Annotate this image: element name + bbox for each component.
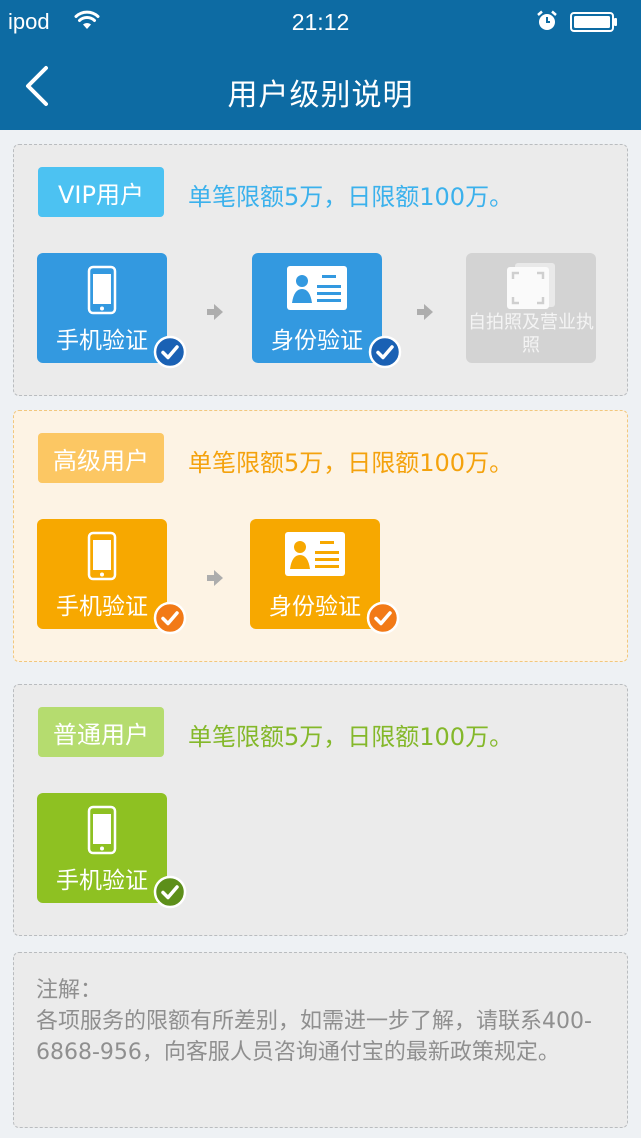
arrow-right-icon (416, 303, 434, 325)
limit-text-vip: 单笔限额5万，日限额100万。 (188, 183, 514, 211)
limit-text-senior: 单笔限额5万，日限额100万。 (188, 449, 514, 477)
step-label: 手机验证 (56, 328, 148, 354)
note-text: 注解： 各项服务的限额有所差别，如需进一步了解，请联系400-6868-956，… (36, 975, 616, 1068)
senior-level-card: 高级用户 单笔限额5万，日限额100万。 手机验证 身份验证 (13, 410, 628, 662)
check-icon (153, 875, 187, 913)
step-id-verify: 身份验证 (252, 253, 402, 369)
step-label: 手机验证 (56, 868, 148, 894)
vip-level-card: VIP用户 单笔限额5万，日限额100万。 手机验证 身份验证 自拍照及营业执照 (13, 144, 628, 396)
level-tag-normal: 普通用户 (38, 707, 164, 757)
phone-icon (37, 265, 167, 315)
level-tag-vip: VIP用户 (38, 167, 164, 217)
step-selfie-license: 自拍照及营业执照 (466, 253, 596, 363)
scan-photo-icon (466, 261, 596, 311)
phone-icon (37, 805, 167, 855)
check-icon (366, 601, 400, 639)
note-card: 注解： 各项服务的限额有所差别，如需进一步了解，请联系400-6868-956，… (13, 952, 628, 1128)
step-id-verify: 身份验证 (250, 519, 400, 635)
level-tag-senior: 高级用户 (38, 433, 164, 483)
arrow-right-icon (206, 303, 224, 325)
normal-level-card: 普通用户 单笔限额5万，日限额100万。 手机验证 (13, 684, 628, 936)
step-label: 手机验证 (56, 594, 148, 620)
check-icon (153, 335, 187, 373)
limit-text-normal: 单笔限额5万，日限额100万。 (188, 723, 514, 751)
id-card-icon (252, 265, 382, 311)
step-label: 自拍照及营业执照 (468, 312, 594, 356)
step-label: 身份验证 (269, 594, 361, 620)
nav-bar: 用户级别说明 (0, 42, 641, 130)
check-icon (153, 601, 187, 639)
note-body: 各项服务的限额有所差别，如需进一步了解，请联系400-6868-956，向客服人… (36, 1009, 592, 1065)
status-bar: ipod 21:12 (0, 0, 641, 42)
page-title: 用户级别说明 (227, 78, 414, 113)
phone-icon (37, 531, 167, 581)
battery-icon (570, 12, 618, 37)
alarm-icon (536, 10, 558, 37)
arrow-right-icon (206, 569, 224, 591)
id-card-icon (250, 531, 380, 577)
check-icon (368, 335, 402, 373)
step-phone-verify: 手机验证 (37, 253, 187, 369)
step-label: 身份验证 (271, 328, 363, 354)
note-title: 注解： (36, 978, 103, 1003)
step-phone-verify: 手机验证 (37, 519, 187, 635)
step-phone-verify: 手机验证 (37, 793, 187, 909)
